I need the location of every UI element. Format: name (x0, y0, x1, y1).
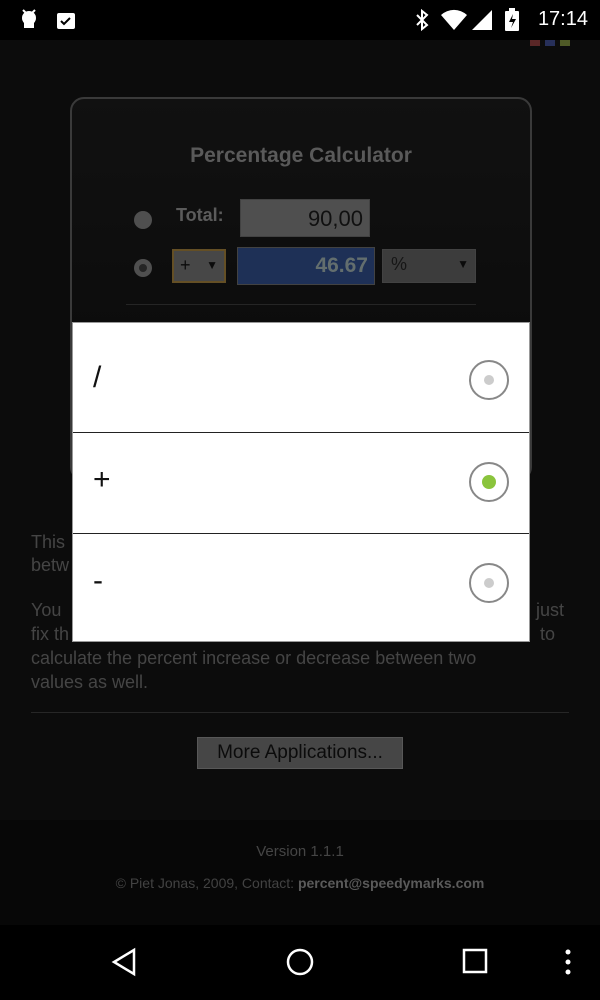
battery-charging-icon (505, 8, 519, 31)
option-radio-selected[interactable] (469, 462, 509, 502)
operator-option-minus[interactable]: - (73, 534, 529, 634)
status-bar: 17:14 (0, 0, 600, 40)
recent-apps-icon[interactable] (461, 947, 489, 975)
clipboard-check-icon (57, 13, 75, 29)
status-time: 17:14 (537, 8, 588, 30)
navigation-bar (0, 925, 600, 1000)
wifi-icon (441, 9, 467, 30)
more-options-icon[interactable] (560, 947, 576, 977)
option-label: / (93, 361, 102, 394)
option-radio[interactable] (469, 563, 509, 603)
operator-option-divide[interactable]: / (73, 331, 529, 431)
android-debug-icon (22, 9, 36, 28)
operator-picker-dialog: / + - (72, 322, 530, 642)
bluetooth-icon (416, 8, 429, 32)
option-label: - (93, 564, 103, 597)
option-radio[interactable] (469, 360, 509, 400)
back-icon[interactable] (110, 947, 140, 977)
home-icon[interactable] (285, 947, 315, 977)
operator-option-plus[interactable]: + (73, 433, 529, 533)
option-label: + (93, 463, 111, 496)
cell-signal-icon (472, 10, 492, 30)
